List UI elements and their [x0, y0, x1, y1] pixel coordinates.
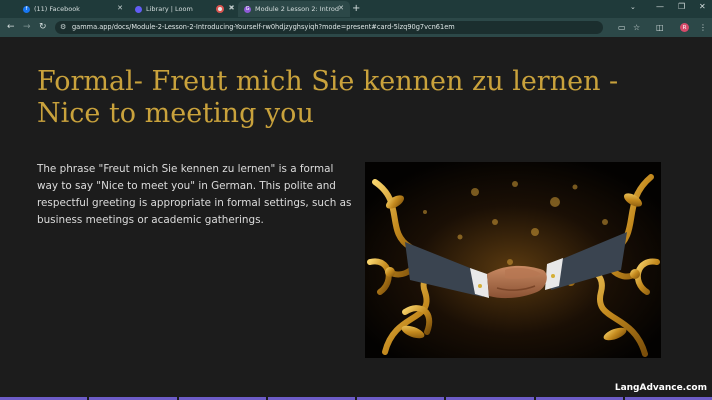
handshake-illustration: [365, 162, 661, 358]
recording-icon: [216, 5, 224, 13]
slide-title: Formal- Freut mich Sie kennen zu lernen …: [37, 66, 619, 129]
url-bar[interactable]: ⚙ gamma.app/docs/Module-2-Lesson-2-Intro…: [55, 21, 603, 34]
address-toolbar: ← → ↻ ⚙ gamma.app/docs/Module-2-Lesson-2…: [0, 18, 712, 37]
reload-icon[interactable]: ↻: [39, 22, 47, 32]
handshake-image: [365, 162, 661, 358]
tab-label: Module 2 Lesson 2: Introducing: [255, 5, 339, 13]
slide-body-text: The phrase "Freut mich Sie kennen zu ler…: [37, 163, 352, 226]
close-window-icon[interactable]: ✕: [699, 2, 706, 11]
close-icon[interactable]: ✕: [338, 4, 344, 12]
gamma-icon: G: [244, 5, 251, 13]
profile-avatar[interactable]: R: [680, 23, 689, 32]
facebook-icon: f: [23, 5, 30, 13]
browser-tab-strip: f (11) Facebook ✕ Library | Loom ✕ ✕ G M…: [0, 0, 712, 18]
extensions-icon[interactable]: ◫: [656, 23, 664, 32]
tab-search-icon[interactable]: ⌄: [630, 3, 636, 11]
url-text[interactable]: gamma.app/docs/Module-2-Lesson-2-Introdu…: [72, 23, 455, 31]
restore-icon[interactable]: ❐: [678, 2, 685, 11]
presentation-slide: Formal- Freut mich Sie kennen zu lernen …: [0, 37, 712, 400]
tab-label: Library | Loom: [146, 5, 193, 13]
menu-icon[interactable]: ⋮: [699, 23, 707, 32]
loom-icon: [135, 5, 142, 13]
forward-icon[interactable]: →: [23, 22, 31, 32]
back-icon[interactable]: ←: [7, 22, 15, 32]
bookmark-star-icon[interactable]: ☆: [633, 23, 640, 32]
tab-facebook[interactable]: f (11) Facebook ✕: [17, 1, 129, 17]
tab-recording[interactable]: ✕: [210, 1, 238, 17]
site-info-icon[interactable]: ⚙: [60, 23, 66, 31]
minimize-icon[interactable]: —: [656, 2, 664, 11]
tab-label: (11) Facebook: [34, 5, 80, 13]
close-icon[interactable]: ✕: [117, 4, 123, 12]
close-icon[interactable]: ✕: [228, 4, 234, 12]
cast-icon[interactable]: ▭: [618, 23, 626, 32]
watermark: LangAdvance.com: [614, 383, 707, 393]
tab-gamma-lesson[interactable]: G Module 2 Lesson 2: Introducing ✕: [238, 1, 350, 17]
new-tab-icon[interactable]: +: [352, 3, 360, 14]
